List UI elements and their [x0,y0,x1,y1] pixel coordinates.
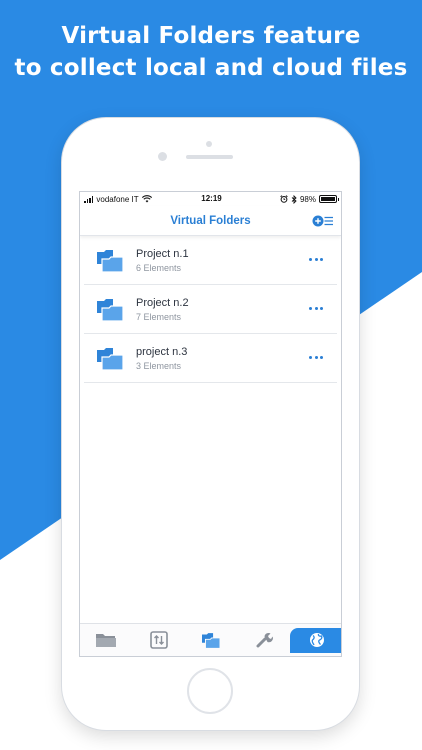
virtual-folder-icon [97,348,124,371]
virtual-folder-icon [97,299,124,322]
wifi-icon [141,195,152,203]
folder-element-count: 3 Elements [136,360,182,371]
folder-name: project n.3 [136,345,188,358]
carrier-label: vodafone IT [96,194,139,204]
folder-element-count: 7 Elements [136,311,182,322]
virtual-folder-icon [97,250,124,273]
globe-icon [309,633,324,647]
home-button[interactable] [187,668,233,714]
folder-name: Project n.1 [136,247,189,260]
tab-bar [80,623,341,656]
wrench-icon [256,632,273,648]
headline: Virtual Folders feature to collect local… [0,20,422,84]
battery-icon [319,195,339,203]
folder-text: Project n.1 6 Elements [136,247,189,274]
bluetooth-icon [291,194,297,204]
more-icon[interactable] [309,256,323,262]
folder-list-item[interactable]: project n.3 3 Elements [84,334,337,383]
virtual-folders-icon [202,633,221,649]
phone-frame: vodafone IT 12:19 98% Virtual Folders Pr… [62,118,359,730]
page-title: Virtual Folders [170,214,251,227]
status-bar: vodafone IT 12:19 98% [80,192,341,206]
folder-text: Project n.2 7 Elements [136,296,189,323]
more-icon[interactable] [309,354,323,360]
app-screen: vodafone IT 12:19 98% Virtual Folders Pr… [79,191,342,657]
folder-text: project n.3 3 Elements [136,345,187,372]
phone-sensor [206,141,212,147]
folder-name: Project n.2 [136,296,189,309]
tab-files[interactable] [80,624,133,656]
battery-percent: 98% [299,194,316,204]
tab-settings[interactable] [238,624,291,656]
phone-speaker [186,155,233,159]
tab-cloud[interactable] [290,627,341,653]
more-icon[interactable] [309,305,323,311]
headline-line-2: to collect local and cloud files [14,55,408,81]
folder-list-item[interactable]: Project n.1 6 Elements [84,236,337,285]
navigation-bar: Virtual Folders [80,206,341,236]
tab-transfer[interactable] [133,624,186,656]
folder-element-count: 6 Elements [136,262,182,273]
signal-icon [84,195,94,203]
alarm-icon [280,195,288,203]
transfer-icon [150,631,168,649]
phone-camera [158,152,167,161]
add-list-icon[interactable] [312,214,334,228]
tab-virtual-folders[interactable] [185,624,238,656]
headline-line-1: Virtual Folders feature [61,23,361,49]
status-right: 98% [280,194,339,204]
virtual-folder-list: Project n.1 6 Elements Project n.2 7 Ele… [80,236,341,383]
status-left: vodafone IT [84,195,152,204]
folder-icon [96,634,117,647]
folder-list-item[interactable]: Project n.2 7 Elements [84,285,337,334]
battery-level [321,197,335,201]
